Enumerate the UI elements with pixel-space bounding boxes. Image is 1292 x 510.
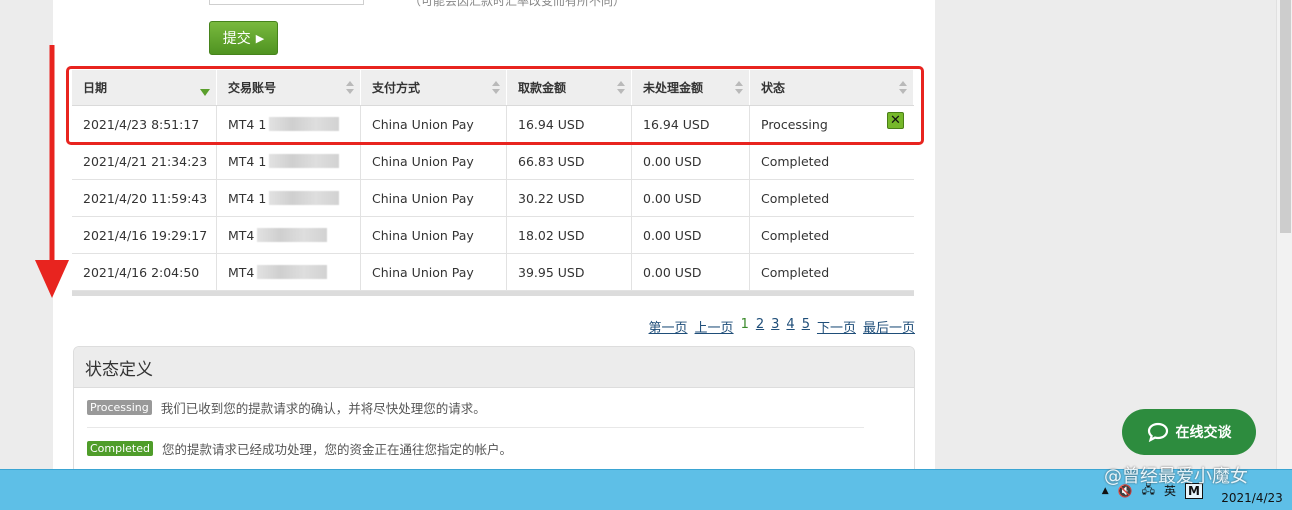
cell-amount: 16.94 USD	[507, 106, 632, 142]
cell-amount: 18.02 USD	[507, 217, 632, 253]
status-badge: Processing	[87, 400, 152, 415]
column-header-status[interactable]: 状态	[750, 70, 914, 105]
cell-status: Completed	[761, 190, 830, 206]
cell-account: MT4 1	[217, 106, 361, 142]
sort-desc-icon	[200, 89, 210, 96]
table-scroll-track[interactable]	[72, 291, 914, 296]
cell-pending: 0.00 USD	[632, 217, 750, 253]
pager-page[interactable]: 3	[771, 317, 779, 336]
table-header: 日期 交易账号 支付方式 取款金额 未处理金额 状态	[72, 70, 914, 106]
submit-button[interactable]: 提交 ▶	[209, 21, 278, 55]
panel-title: 状态定义	[74, 347, 914, 388]
pager-page[interactable]: 2	[756, 317, 764, 336]
cell-account: MT4	[217, 217, 361, 253]
chat-bubble-icon	[1147, 422, 1168, 442]
redacted-blur	[257, 265, 328, 279]
status-definition-row: Processing 我们已收到您的提款请求的确认，并将尽快处理您的请求。	[87, 388, 864, 428]
cell-method: China Union Pay	[361, 143, 507, 179]
live-chat-button[interactable]: 在线交谈	[1122, 409, 1256, 455]
status-description: 我们已收到您的提款请求的确认，并将尽快处理您的请求。	[160, 401, 486, 416]
status-description: 您的提款请求已经成功处理，您的资金正在通往您指定的帐户。	[162, 441, 513, 457]
table-row: 2021/4/16 2:04:50 MT4 China Union Pay 39…	[72, 254, 914, 291]
redacted-blur	[257, 228, 328, 242]
cell-method: China Union Pay	[361, 254, 507, 290]
cell-account: MT4 1	[217, 143, 361, 179]
cell-account: MT4 1	[217, 180, 361, 216]
windows-taskbar: ▲ 🔇 🖧 英 M 2021/4/23	[0, 469, 1292, 510]
withdrawal-table: 日期 交易账号 支付方式 取款金额 未处理金额 状态 2021/4/23 8:5…	[72, 70, 914, 296]
status-definition-panel: 状态定义 Processing 我们已收到您的提款请求的确认，并将尽快处理您的请…	[73, 346, 915, 470]
pager-first[interactable]: 第一页	[649, 317, 688, 336]
pager-prev[interactable]: 上一页	[695, 317, 734, 336]
sort-icon	[617, 81, 625, 95]
cell-method: China Union Pay	[361, 217, 507, 253]
cell-amount: 66.83 USD	[507, 143, 632, 179]
sort-icon	[899, 81, 907, 95]
pager-page[interactable]: 5	[802, 317, 810, 336]
sort-icon	[346, 81, 354, 95]
redacted-blur	[269, 154, 340, 168]
cell-method: China Union Pay	[361, 106, 507, 142]
cell-amount: 39.95 USD	[507, 254, 632, 290]
table-row: 2021/4/23 8:51:17 MT4 1 China Union Pay …	[72, 106, 914, 143]
redacted-blur	[269, 191, 340, 205]
pagination: 第一页 上一页 1 2 3 4 5 下一页 最后一页	[649, 317, 915, 336]
pager-next[interactable]: 下一页	[817, 317, 856, 336]
cell-status: Processing ✕	[750, 106, 914, 142]
column-header-account[interactable]: 交易账号	[217, 70, 361, 105]
table-row: 2021/4/16 19:29:17 MT4 China Union Pay 1…	[72, 217, 914, 254]
column-header-date[interactable]: 日期	[72, 70, 217, 105]
column-header-pending[interactable]: 未处理金额	[632, 70, 750, 105]
submit-label: 提交	[222, 31, 251, 47]
cell-date: 2021/4/16 19:29:17	[72, 217, 217, 253]
cancel-icon[interactable]: ✕	[887, 112, 904, 129]
cell-method: China Union Pay	[361, 180, 507, 216]
pager-page[interactable]: 4	[786, 317, 794, 336]
chat-label: 在线交谈	[1175, 425, 1232, 441]
sort-icon	[492, 81, 500, 95]
cell-pending: 0.00 USD	[632, 254, 750, 290]
cell-pending: 0.00 USD	[632, 143, 750, 179]
cell-date: 2021/4/20 11:59:43	[72, 180, 217, 216]
cell-amount: 30.22 USD	[507, 180, 632, 216]
sort-icon	[735, 81, 743, 95]
watermark: @曾经最爱小魔女	[1104, 466, 1248, 487]
cell-status: Completed	[761, 153, 830, 169]
cell-date: 2021/4/23 8:51:17	[72, 106, 217, 142]
cell-status: Completed	[761, 264, 830, 280]
cell-date: 2021/4/16 2:04:50	[72, 254, 217, 290]
redacted-blur	[269, 117, 340, 131]
page-scrollbar[interactable]	[1276, 0, 1292, 470]
clock-date[interactable]: 2021/4/23	[1212, 491, 1292, 505]
column-header-amount[interactable]: 取款金额	[507, 70, 632, 105]
play-icon: ▶	[255, 31, 265, 45]
pager-page-current: 1	[740, 317, 749, 332]
page-content: （可能会因汇款时汇率改变而有所不同） 提交 ▶ 日期 交易账号 支付方式 取款金…	[53, 0, 935, 470]
cell-status: Completed	[761, 227, 830, 243]
table-row: 2021/4/20 11:59:43 MT4 1 China Union Pay…	[72, 180, 914, 217]
scrollbar-thumb[interactable]	[1280, 0, 1291, 233]
cell-pending: 0.00 USD	[632, 180, 750, 216]
status-badge: Completed	[87, 440, 153, 456]
status-definition-row: Completed 您的提款请求已经成功处理，您的资金正在通往您指定的帐户。	[87, 428, 864, 468]
cell-pending: 16.94 USD	[632, 106, 750, 142]
cell-date: 2021/4/21 21:34:23	[72, 143, 217, 179]
cell-account: MT4	[217, 254, 361, 290]
column-header-method[interactable]: 支付方式	[361, 70, 507, 105]
amount-input[interactable]	[209, 0, 364, 5]
pager-last[interactable]: 最后一页	[863, 317, 915, 336]
red-arrow-annotation	[35, 45, 69, 298]
table-row: 2021/4/21 21:34:23 MT4 1 China Union Pay…	[72, 143, 914, 180]
exchange-hint: （可能会因汇款时汇率改变而有所不同）	[409, 0, 626, 8]
